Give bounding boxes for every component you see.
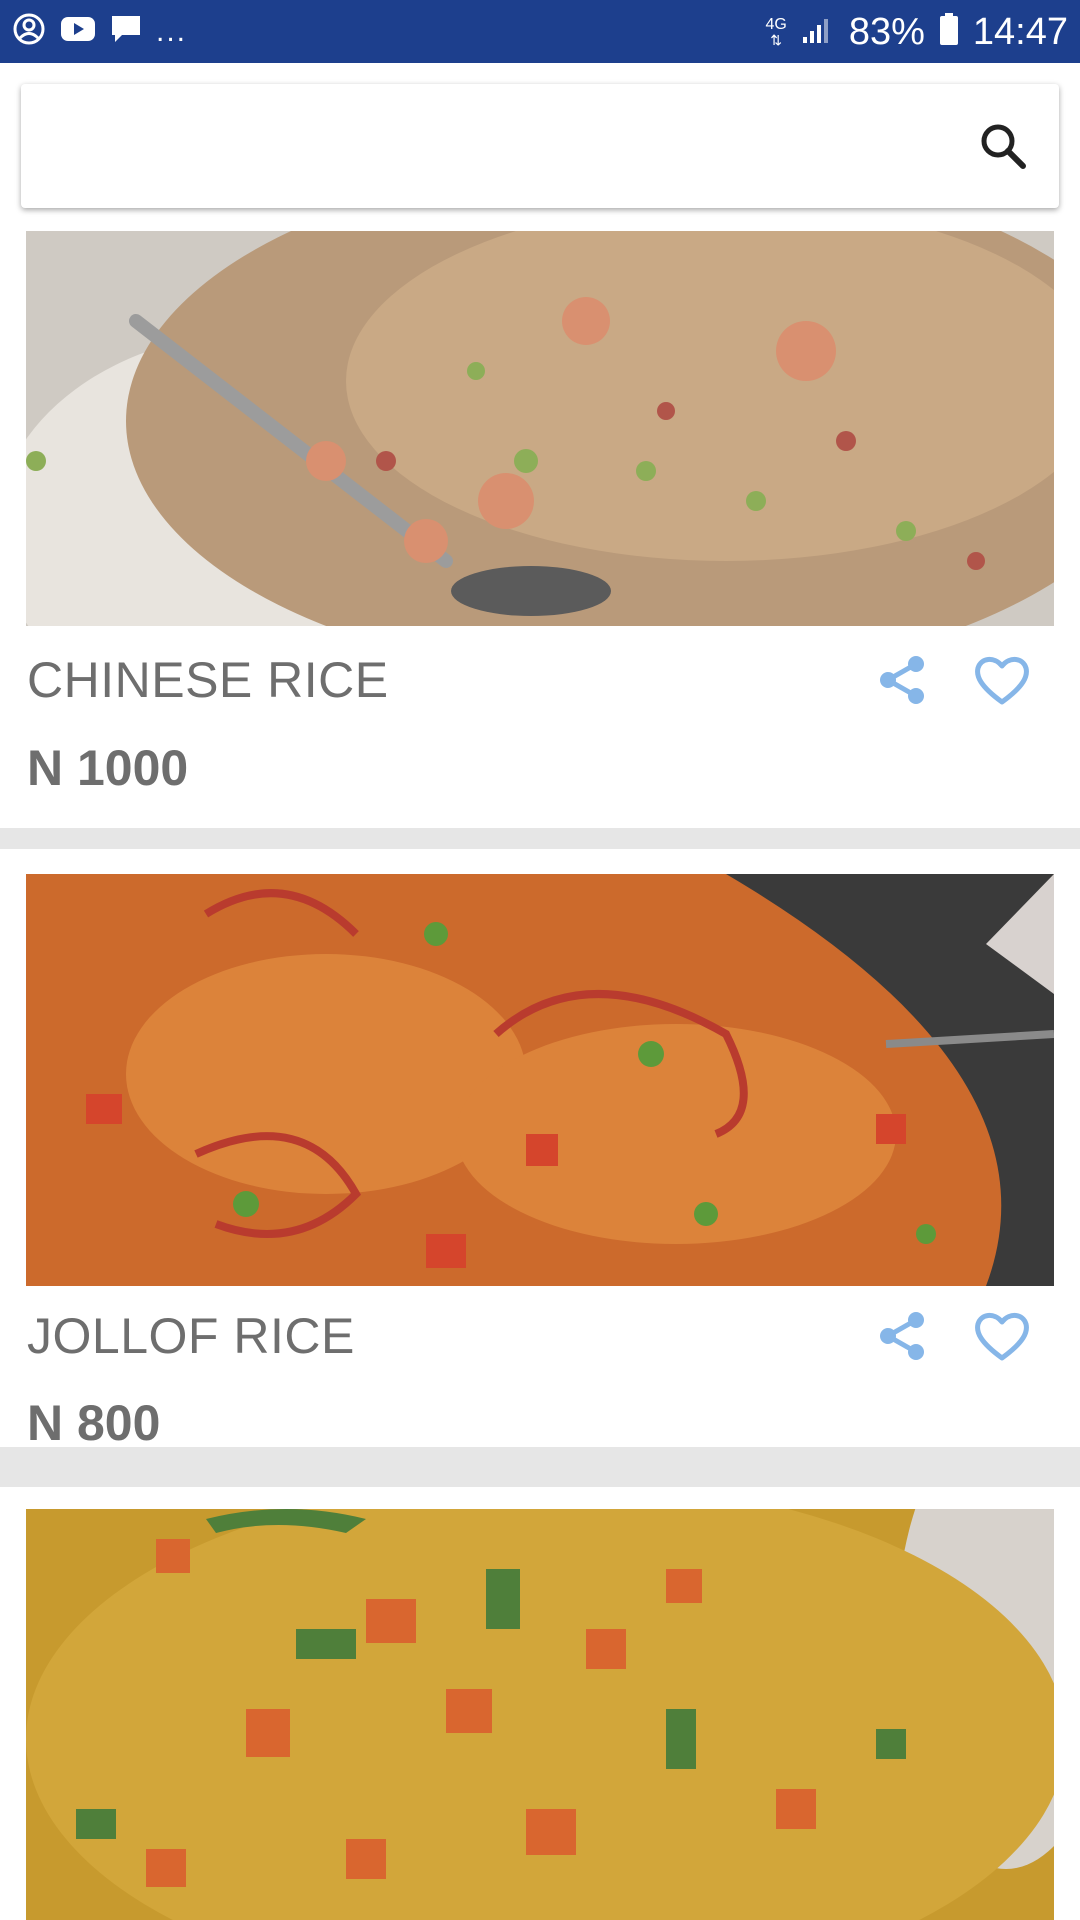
chat-bubble-icon bbox=[110, 13, 142, 50]
network-4g-icon: 4G ⇅ bbox=[765, 15, 787, 48]
battery-percent: 83% bbox=[848, 10, 925, 53]
account-circle-icon bbox=[12, 12, 46, 51]
status-bar-left: ... bbox=[12, 12, 187, 51]
signal-icon bbox=[801, 13, 835, 50]
youtube-icon bbox=[60, 15, 96, 48]
search-box bbox=[21, 84, 1059, 208]
share-icon[interactable] bbox=[872, 650, 932, 710]
food-name: JOLLOF RICE bbox=[27, 1308, 355, 1364]
status-more-notifications: ... bbox=[156, 14, 188, 48]
search-area bbox=[0, 63, 1080, 231]
heart-outline-icon[interactable] bbox=[972, 1306, 1032, 1366]
food-image-jollof-rice[interactable] bbox=[26, 874, 1054, 1286]
status-bar: ... 4G ⇅ 83% 14:47 bbox=[0, 0, 1080, 63]
food-card-vegetable-rice[interactable] bbox=[0, 1487, 1080, 1920]
food-image-vegetable-rice[interactable] bbox=[26, 1509, 1054, 1920]
battery-icon bbox=[939, 12, 959, 51]
search-icon[interactable] bbox=[977, 120, 1029, 172]
share-icon[interactable] bbox=[872, 1306, 932, 1366]
food-price: N 1000 bbox=[27, 740, 189, 796]
food-image-chinese-rice[interactable] bbox=[26, 231, 1054, 626]
status-bar-right: 4G ⇅ 83% 14:47 bbox=[766, 12, 1069, 52]
data-arrows-icon: ⇅ bbox=[770, 31, 783, 48]
food-card-chinese-rice[interactable]: CHINESE RICE N 1000 bbox=[0, 231, 1080, 828]
heart-outline-icon[interactable] bbox=[972, 650, 1032, 710]
food-card-jollof-rice[interactable]: JOLLOF RICE N 800 bbox=[0, 849, 1080, 1451]
search-input[interactable] bbox=[45, 112, 949, 182]
food-price: N 800 bbox=[27, 1395, 161, 1451]
clock: 14:47 bbox=[972, 10, 1068, 53]
food-name: CHINESE RICE bbox=[27, 652, 389, 708]
network-type: 4G bbox=[765, 15, 787, 33]
